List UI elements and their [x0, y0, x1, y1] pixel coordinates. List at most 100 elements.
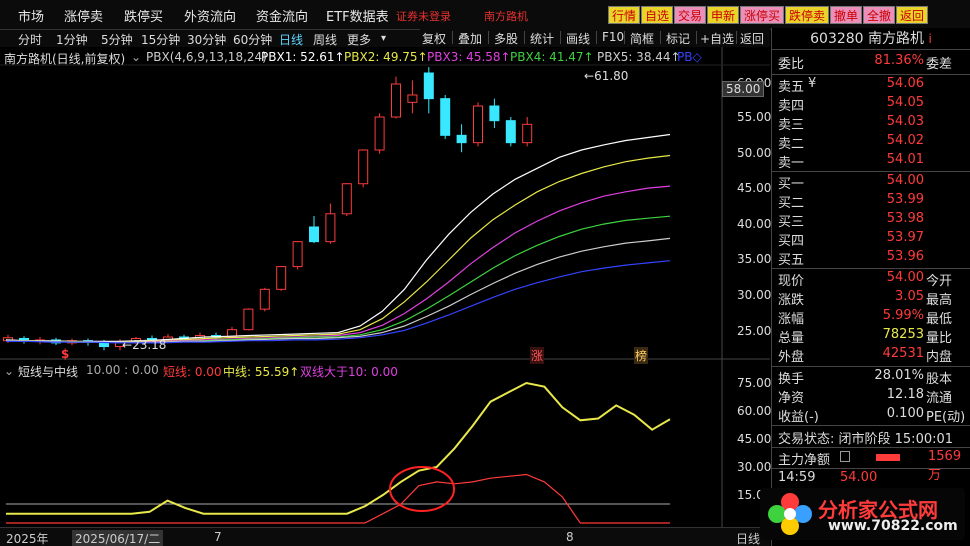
main-flow-label: 主力净额: [778, 453, 831, 468]
sub-indicator-name[interactable]: 短线与中线: [18, 363, 78, 380]
menu-foreign-flow[interactable]: 外资流向: [184, 6, 236, 25]
ask-label: 卖一: [778, 156, 805, 171]
candle-body: [341, 183, 352, 215]
cancel-all-button[interactable]: 全撤: [863, 6, 896, 24]
period-60min[interactable]: 60分钟: [233, 31, 272, 48]
stock-header[interactable]: 603280 南方路机 i: [772, 28, 970, 50]
ipo-button[interactable]: 申新: [707, 6, 740, 24]
legend-pbx3: PBX3: 45.58↑: [427, 50, 511, 64]
stock-code-name: 603280 南方路机: [810, 31, 925, 47]
menu-limit-up-sell[interactable]: 涨停卖: [64, 6, 103, 25]
month-label: 7: [214, 530, 222, 544]
stat-value: 42531: [882, 346, 924, 361]
tool-add-watchlist[interactable]: +自选: [700, 30, 734, 47]
stat-label: 涨跌: [778, 293, 805, 308]
indicator-name[interactable]: PBX(4,6,9,13,18,24): [146, 50, 267, 64]
stat-label: 收益(-): [778, 410, 819, 425]
bid-row-4[interactable]: 买四 53.97: [778, 230, 968, 249]
sub-indicator-line: [6, 473, 670, 524]
bid-row-3[interactable]: 买三 53.98: [778, 211, 968, 230]
tool-draw-line[interactable]: 画线: [566, 30, 590, 47]
tool-simple-frame[interactable]: 简框: [630, 30, 654, 47]
candle-body: [522, 123, 533, 144]
dollar-mark-icon[interactable]: $: [61, 347, 69, 361]
period-15min[interactable]: 15分钟: [141, 31, 180, 48]
menu-market[interactable]: 市场: [18, 6, 44, 25]
ranking-mark[interactable]: 榜: [634, 347, 649, 364]
price-tick: 30.00: [737, 288, 772, 302]
watchlist-button[interactable]: 自选: [641, 6, 674, 24]
weibi-label: 委比: [778, 57, 805, 72]
ask-row-2[interactable]: 卖二 54.02: [778, 133, 968, 152]
candle-body: [309, 226, 319, 243]
period-daily[interactable]: 日线: [279, 31, 303, 48]
legend-pbx1: PBX1: 52.61↑: [261, 50, 345, 64]
stat-label2: PE(动): [926, 410, 966, 425]
flow-bar: [876, 454, 900, 461]
header-stock-name: 南方路机: [484, 10, 528, 23]
sub-indicator-params: 10.00 : 0.00: [86, 363, 159, 377]
stat-label2: 最高: [926, 293, 953, 308]
menu-capital-flow[interactable]: 资金流向: [256, 6, 308, 25]
legend-chevron-icon[interactable]: ⌄: [131, 50, 141, 64]
trade-button[interactable]: 交易: [674, 6, 707, 24]
limit-up-buy-button[interactable]: 涨停买: [740, 6, 785, 24]
cancel-order-button[interactable]: 撤单: [830, 6, 863, 24]
stat-row: 现价 54.00 今开: [778, 270, 968, 289]
period-label: 日线: [736, 532, 761, 546]
sub-chevron-icon[interactable]: ⌄: [4, 364, 14, 378]
period-weekly[interactable]: 周线: [313, 31, 337, 48]
candle-body: [505, 120, 516, 144]
chart-toolbar: 复权 叠加 多股 统计 画线 F10 简框 标记 +自选 返回: [420, 28, 770, 47]
chart-area[interactable]: 南方路机(日线,前复权) ⌄ PBX(4,6,9,13,18,24) PBX1:…: [0, 47, 772, 527]
stat-value: 5.99%: [882, 308, 924, 323]
kline-chart[interactable]: [0, 47, 770, 527]
period-intraday[interactable]: 分时: [18, 31, 42, 48]
bid-price: 53.99: [886, 192, 924, 207]
tool-multi-stock[interactable]: 多股: [494, 30, 518, 47]
main-flow-row[interactable]: 主力净额 1569万: [778, 449, 968, 483]
ask-row-5[interactable]: 卖五 ¥ 54.06: [778, 76, 968, 95]
period-bar: 分时 1分钟 5分钟 15分钟 30分钟 60分钟 日线 周线 更多 ▾: [0, 30, 420, 47]
back-button[interactable]: 返回: [896, 6, 929, 24]
price-tick: 45.00: [737, 181, 772, 195]
period-1min[interactable]: 1分钟: [56, 31, 88, 48]
ask-row-1[interactable]: 卖一 54.01: [778, 152, 968, 171]
stat-label: 净资: [778, 391, 805, 406]
tool-overlay[interactable]: 叠加: [458, 30, 482, 47]
candle-body: [358, 149, 369, 185]
ask-row-3[interactable]: 卖三 54.03: [778, 114, 968, 133]
menu-etf-table[interactable]: ETF数据表: [326, 6, 389, 25]
stat-value: 12.18: [886, 387, 924, 402]
pbx-line: [6, 260, 671, 344]
bid-row-1[interactable]: 买一 54.00: [778, 173, 968, 192]
period-5min[interactable]: 5分钟: [101, 31, 133, 48]
limit-down-sell-button[interactable]: 跌停卖: [785, 6, 830, 24]
more-chevron-icon[interactable]: ▾: [381, 33, 386, 44]
tool-statistics[interactable]: 统计: [530, 30, 554, 47]
tool-f10[interactable]: F10: [602, 30, 624, 44]
info-icon[interactable]: i: [929, 32, 932, 46]
bid-row-2[interactable]: 买二 53.99: [778, 192, 968, 211]
bid-row-5[interactable]: 买五 53.96: [778, 249, 968, 268]
stat-label: 现价: [778, 274, 805, 289]
list-icon[interactable]: [840, 451, 850, 462]
price-tick: 25.00: [737, 324, 772, 338]
period-30min[interactable]: 30分钟: [187, 31, 226, 48]
menu-limit-down-buy[interactable]: 跌停买: [124, 6, 163, 25]
price-tick: 55.00: [737, 110, 772, 124]
tool-return[interactable]: 返回: [740, 30, 764, 47]
ask-row-4[interactable]: 卖四 54.05: [778, 95, 968, 114]
stat-row: 净资 12.18 流通: [778, 387, 968, 406]
stat-label2: 今开: [926, 274, 953, 289]
bid-price: 53.97: [886, 230, 924, 245]
login-status[interactable]: 证券未登录: [396, 8, 451, 24]
month-label: 8: [566, 530, 574, 544]
period-more[interactable]: 更多: [347, 31, 371, 48]
tool-mark[interactable]: 标记: [666, 30, 690, 47]
quote-button[interactable]: 行情: [608, 6, 641, 24]
limit-up-mark[interactable]: 涨: [530, 347, 545, 364]
chart-title: 南方路机(日线,前复权): [4, 52, 126, 66]
tool-restore-rights[interactable]: 复权: [422, 30, 446, 47]
stat-label: 总量: [778, 331, 805, 346]
